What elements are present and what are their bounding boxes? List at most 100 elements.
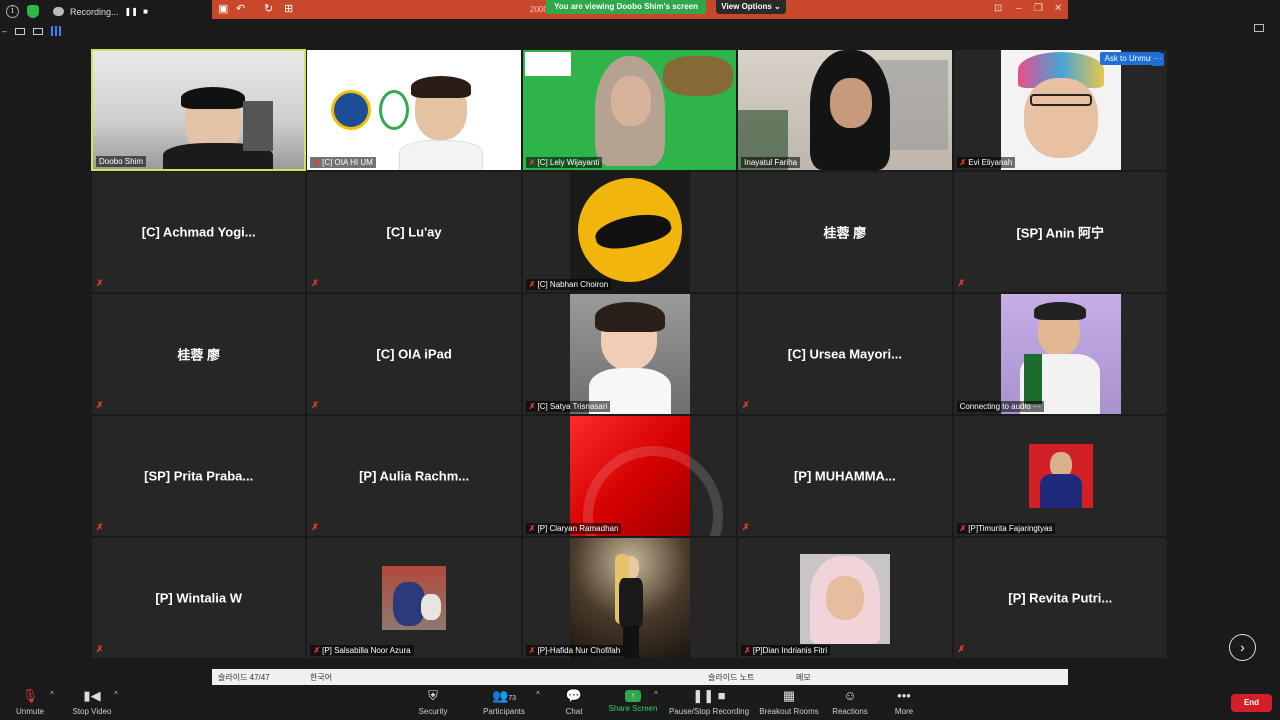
participant-video [610, 76, 651, 126]
participant-tile[interactable]: [C] OIA iPad ✗ [306, 293, 522, 415]
participant-tile[interactable]: [P] Revita Putri... ✗ [952, 537, 1168, 659]
pause-recording-label: Pause/Stop Recording [668, 707, 750, 716]
participant-tile[interactable]: [SP] Prita Praba... ✗ [91, 415, 307, 537]
participant-tile[interactable]: [SP] Anin 阿宁 ✗ [952, 171, 1168, 293]
side-by-side-icon[interactable] [33, 27, 44, 35]
participant-tile[interactable]: [P] Aulia Rachm... ✗ [306, 415, 522, 537]
participant-tile[interactable]: ✗ [P] Salsabilla Noor Azura [306, 537, 522, 659]
stop-video-label: Stop Video [72, 707, 112, 716]
unmute-button[interactable]: 🎙 Unmute [0, 687, 65, 716]
participant-tile[interactable]: ✗ [C] OIA HI UM [306, 49, 522, 171]
participant-name: [P] Revita Putri... [1008, 590, 1113, 606]
participant-name: [P] Wintalia W [155, 590, 242, 606]
slide-counter: 슬라이드 47/47 [218, 673, 270, 682]
participant-tile[interactable]: [C] Achmad Yogi... ✗ [91, 171, 307, 293]
ppt-status-bar: 슬라이드 47/47 한국어 슬라이드 노트 메모 [212, 669, 1068, 685]
reactions-label: Reactions [832, 707, 868, 716]
slideshow-icon[interactable]: ⊞ [284, 2, 293, 15]
speaker-view-icon[interactable] [15, 27, 26, 35]
participant-name: 桂蓉 廖 [177, 347, 220, 363]
participant-tile[interactable]: ✗ [P]Timurita Fajaringtyas [952, 415, 1168, 537]
participant-video [421, 594, 442, 620]
smiley-icon: ☺ [843, 688, 857, 703]
restore-icon[interactable]: ❐ [1034, 3, 1043, 14]
gallery-view-icon[interactable] [51, 26, 62, 36]
audio-options-caret-icon[interactable]: ^ [50, 690, 54, 699]
participant-video [662, 56, 733, 96]
save-icon[interactable]: ▣ [218, 2, 228, 15]
more-dots-icon: ••• [897, 688, 911, 703]
minimize-icon[interactable]: – [1016, 3, 1022, 14]
participant-tile[interactable]: 桂蓉 廖 ✗ [91, 293, 307, 415]
participants-icon: 👥73 [492, 688, 516, 703]
view-switcher: – [2, 26, 62, 36]
fullscreen-icon[interactable] [1254, 24, 1264, 32]
muted-mic-icon: ✗ [528, 524, 536, 533]
participant-tile[interactable]: 桂蓉 廖 [737, 171, 953, 293]
participant-name: Evi Eliyanah [968, 158, 1013, 167]
participant-name: Doobo Shim [99, 157, 144, 166]
participant-tile[interactable]: Ask to Unmute ✗ Evi Eliyanah [952, 49, 1168, 171]
participant-tile[interactable]: ✗ [C] Nabhan Choiron [521, 171, 738, 293]
participant-video [524, 52, 571, 76]
participant-video [1023, 78, 1098, 158]
participant-video [830, 78, 873, 128]
share-screen-icon: ↑ [625, 690, 641, 702]
participant-tile[interactable]: Inayatul Fariha [737, 49, 953, 171]
video-camera-icon: ▮◀ [83, 688, 101, 703]
share-options-caret-icon[interactable]: ^ [654, 690, 658, 699]
participants-label: Participants [483, 707, 525, 716]
close-icon[interactable]: ✕ [1054, 3, 1062, 14]
participant-tile[interactable]: [C] Lu'ay ✗ [306, 171, 522, 293]
stop-recording-icon[interactable]: ■ [141, 7, 151, 16]
view-options-button[interactable]: View Options ⌄ [716, 0, 786, 14]
participant-tile[interactable]: ✗ [C] Lely Wijayanti [521, 49, 738, 171]
participant-name: [P] MUHAMMA... [793, 468, 896, 484]
memo-button[interactable]: 메모 [796, 672, 811, 683]
participant-tile[interactable]: Doobo Shim [91, 49, 307, 171]
participant-name: [C] Lu'ay [386, 224, 442, 240]
more-button[interactable]: ••• More [869, 687, 939, 716]
muted-mic-icon: ✗ [959, 524, 967, 533]
info-icon[interactable]: i [6, 5, 19, 18]
pause-stop-recording-button[interactable]: ❚❚ ■ Pause/Stop Recording [669, 687, 749, 716]
language-label: 한국어 [310, 673, 333, 682]
muted-mic-icon: ✗ [528, 158, 536, 167]
participant-name: [P] Aulia Rachm... [359, 468, 470, 484]
participant-name: [P]-Hafida Nur Chofifah [537, 646, 621, 655]
minimize-view-icon[interactable]: – [2, 26, 7, 36]
participant-tile[interactable]: [C] Ursea Mayori... ✗ [737, 293, 953, 415]
participant-tile[interactable]: Connecting to audio ⋯ [952, 293, 1168, 415]
breakout-rooms-button[interactable]: ▦ Breakout Rooms [754, 687, 824, 716]
ribbon-display-icon[interactable]: ⊡ [994, 3, 1002, 14]
participant-tile[interactable]: [P] Wintalia W ✗ [91, 537, 307, 659]
video-options-caret-icon[interactable]: ^ [114, 690, 118, 699]
participant-name: [SP] Anin 阿宁 [1016, 225, 1105, 241]
muted-mic-icon: ✗ [742, 522, 750, 532]
recording-indicator: Recording... ❚❚ ■ [47, 4, 157, 19]
participant-tile[interactable]: [P] MUHAMMA... ✗ [737, 415, 953, 537]
pause-recording-icon[interactable]: ❚❚ [125, 7, 138, 16]
slide-notes-button[interactable]: 슬라이드 노트 [708, 672, 754, 683]
more-label: More [894, 707, 914, 716]
encryption-shield-icon[interactable] [27, 5, 39, 18]
participants-count: 73 [508, 695, 516, 702]
participant-tile[interactable]: ✗ [P]Dian Indrianis Fitri [737, 537, 953, 659]
view-options-label: View Options [721, 2, 772, 11]
tile-more-options-button[interactable]: ··· [1151, 53, 1164, 66]
participant-tile[interactable]: ✗ [P]-Hafida Nur Chofifah [521, 537, 738, 659]
muted-mic-icon: ✗ [957, 644, 966, 654]
participant-name: [C] Satya Trisnasari [537, 402, 608, 411]
security-button[interactable]: ⛨ Security [398, 687, 468, 716]
muted-mic-icon: ✗ [313, 646, 321, 655]
participants-button[interactable]: 👥73 Participants [469, 687, 539, 716]
participant-name: [P] Salsabilla Noor Azura [322, 646, 411, 655]
undo-icon[interactable]: ↶ [236, 2, 245, 15]
end-meeting-button[interactable]: End [1231, 694, 1272, 712]
next-page-arrow-icon[interactable]: › [1229, 634, 1256, 661]
recording-label: Recording... [70, 6, 119, 17]
participant-tile[interactable]: ✗ [P] Claryan Ramadhan [521, 415, 738, 537]
redo-icon[interactable]: ↻ [264, 2, 273, 15]
participant-tile[interactable]: ✗ [C] Satya Trisnasari [521, 293, 738, 415]
participant-video [399, 140, 484, 170]
